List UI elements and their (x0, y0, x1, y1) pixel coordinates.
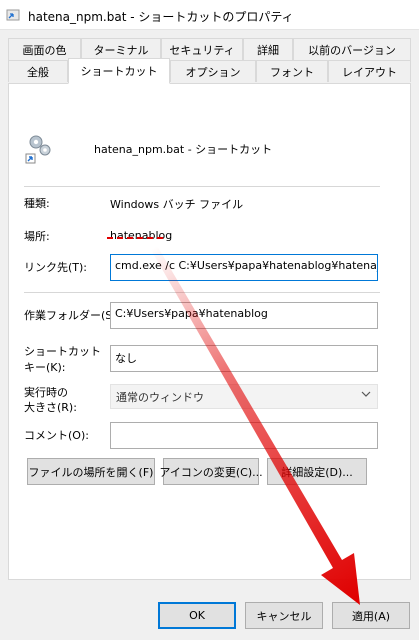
shortcut-panel: hatena_npm.bat - ショートカット 種類: Windows バッチ… (8, 83, 411, 580)
tab-shortcut[interactable]: ショートカット (68, 58, 170, 84)
shortcut-name: hatena_npm.bat - ショートカット (94, 143, 273, 156)
ok-button[interactable]: OK (158, 602, 236, 629)
highlight-underline (107, 237, 163, 239)
tab-security[interactable]: セキュリティ (161, 38, 243, 60)
run-size-value: 通常のウィンドウ (116, 391, 204, 404)
tab-general[interactable]: 全般 (8, 60, 68, 82)
apply-button[interactable]: 適用(A) (332, 602, 410, 629)
cancel-button[interactable]: キャンセル (245, 602, 323, 629)
tab-terminal[interactable]: ターミナル (81, 38, 161, 60)
comment-label: コメント(O): (24, 429, 89, 442)
type-label: 種類: (24, 197, 50, 210)
tab-font[interactable]: フォント (256, 60, 328, 82)
tab-options[interactable]: オプション (170, 60, 256, 82)
change-icon-button[interactable]: アイコンの変更(C)... (159, 458, 263, 485)
properties-dialog: 画面の色 ターミナル セキュリティ 詳細 以前のバージョン 全般 ショートカット… (0, 30, 419, 640)
comment-input[interactable] (110, 422, 378, 449)
tab-screen-color[interactable]: 画面の色 (8, 38, 81, 60)
type-value: Windows バッチ ファイル (110, 198, 244, 211)
location-label: 場所: (24, 230, 50, 243)
advanced-settings-button[interactable]: 詳細設定(D)... (267, 458, 367, 485)
batch-file-icon (25, 135, 51, 164)
run-size-select[interactable]: 通常のウィンドウ (110, 384, 378, 409)
hotkey-label-line2: キー(K): (24, 361, 66, 374)
title-bar: hatena_npm.bat - ショートカットのプロパティ (0, 0, 419, 30)
target-input[interactable]: cmd.exe /c C:¥Users¥papa¥hatenablog¥hate… (110, 254, 378, 281)
target-label: リンク先(T): (24, 261, 88, 274)
workdir-input[interactable]: C:¥Users¥papa¥hatenablog (110, 302, 378, 329)
tab-layout[interactable]: レイアウト (328, 60, 411, 82)
tab-details[interactable]: 詳細 (243, 38, 293, 60)
tab-previous-versions[interactable]: 以前のバージョン (293, 38, 411, 60)
shortcut-app-icon (6, 9, 20, 21)
divider (24, 292, 380, 293)
divider (24, 186, 380, 187)
hotkey-label-line1: ショートカット (24, 345, 101, 358)
open-file-location-button[interactable]: ファイルの場所を開く(F) (27, 458, 155, 485)
window-title: hatena_npm.bat - ショートカットのプロパティ (28, 10, 294, 24)
hotkey-input[interactable]: なし (110, 345, 378, 372)
chevron-down-icon (361, 391, 371, 397)
run-size-label-line2: 大きさ(R): (24, 401, 77, 414)
workdir-label: 作業フォルダー(S): (24, 309, 121, 322)
run-size-label-line1: 実行時の (24, 386, 68, 399)
location-value: hatenablog (110, 229, 173, 242)
